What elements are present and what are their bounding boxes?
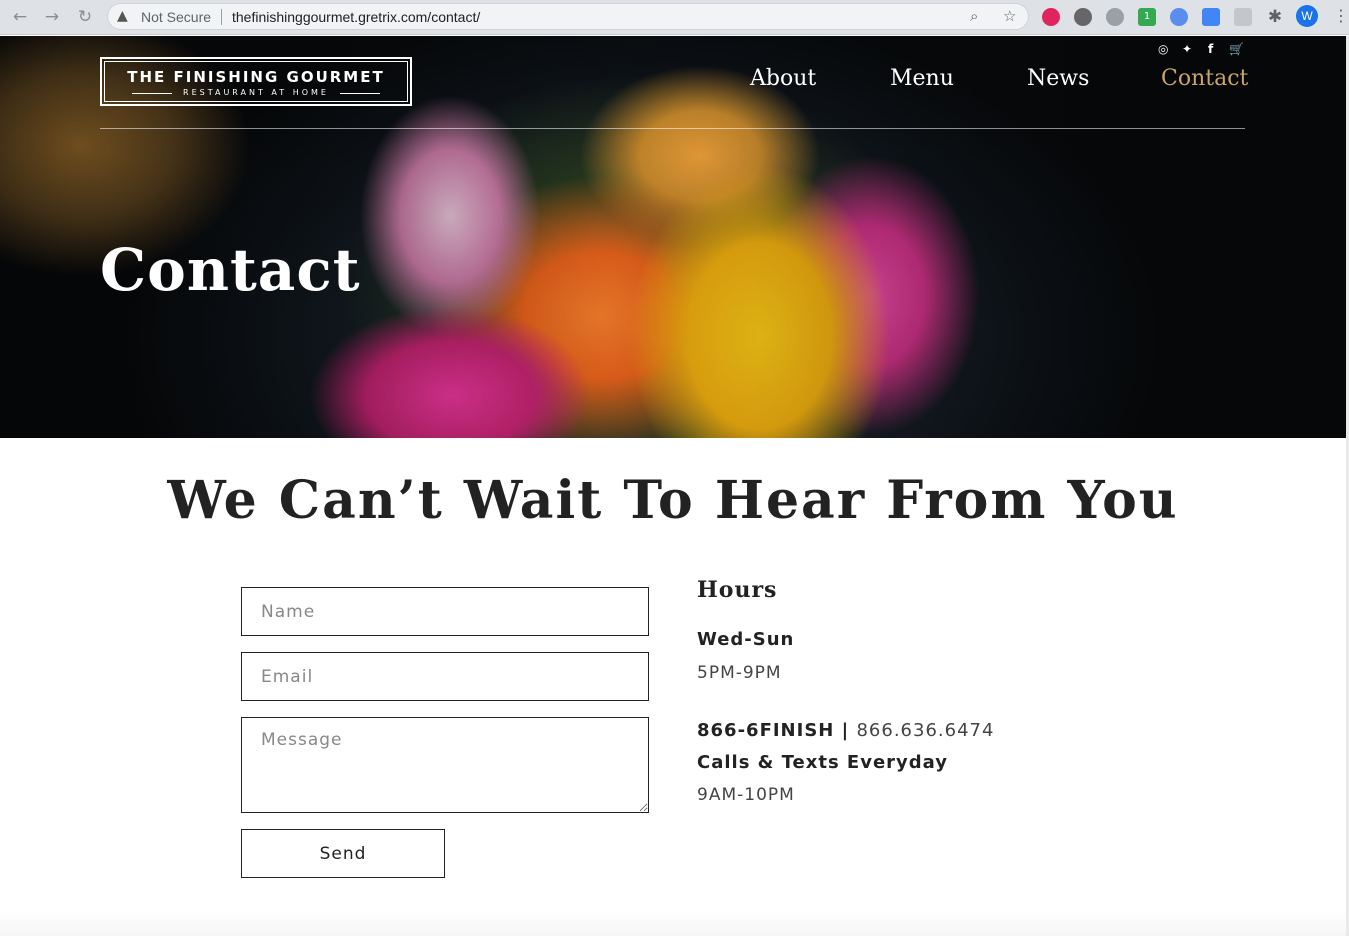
warning-icon[interactable]: ▲ (117, 8, 128, 24)
facebook-icon[interactable]: f (1208, 42, 1213, 56)
hours-heading: Hours (697, 577, 778, 603)
calls-label: Calls & Texts Everyday (697, 752, 948, 773)
logo-title: THE FINISHING GOURMET (127, 68, 385, 86)
extension-circle-icon[interactable] (1106, 8, 1124, 26)
name-field[interactable] (241, 587, 649, 636)
profile-avatar[interactable]: W (1296, 5, 1318, 27)
contact-headline: We Can’t Wait To Hear From You (167, 470, 1179, 531)
site-logo[interactable]: THE FINISHING GOURMET RESTAURANT AT HOME (100, 57, 412, 106)
url-text[interactable]: thefinishinggourmet.gretrix.com/contact/ (232, 9, 480, 25)
nav-news[interactable]: News (1027, 66, 1089, 91)
page-title: Contact (100, 236, 361, 304)
extension-picker-icon[interactable] (1202, 8, 1220, 26)
email-field[interactable] (241, 652, 649, 701)
phone-line: 866-6FINISH | 866.636.6474 (697, 720, 994, 741)
extension-red-icon[interactable] (1042, 8, 1060, 26)
extensions-icon[interactable]: ✱ (1264, 6, 1286, 28)
nav-about[interactable]: About (750, 66, 816, 91)
header-divider (100, 128, 1245, 129)
calls-times: 9AM-10PM (697, 785, 795, 805)
extension-square-icon[interactable] (1234, 8, 1252, 26)
nav-menu[interactable]: Menu (890, 66, 954, 91)
back-icon[interactable]: ← (9, 6, 31, 28)
footer-shadow (0, 910, 1346, 936)
extension-blue-icon[interactable] (1170, 8, 1188, 26)
phone-number[interactable]: 866.636.6474 (856, 720, 994, 741)
forward-icon[interactable]: → (41, 6, 63, 28)
instagram-icon[interactable]: ◎ (1158, 42, 1168, 56)
security-label[interactable]: Not Secure (141, 9, 211, 25)
hours-days: Wed-Sun (697, 629, 795, 650)
hours-times: 5PM-9PM (697, 663, 782, 683)
browser-toolbar: ← → ↻ ▲ Not Secure thefinishinggourmet.g… (0, 0, 1349, 35)
phone-word[interactable]: 866-6FINISH (697, 720, 834, 741)
zoom-icon[interactable]: ⌕ (970, 7, 978, 25)
twitter-icon[interactable]: ✦ (1182, 42, 1192, 56)
cart-icon[interactable]: 🛒 (1229, 42, 1244, 56)
nav-contact[interactable]: Contact (1161, 66, 1248, 91)
phone-separator: | (834, 720, 857, 741)
browser-menu-icon[interactable]: ⋮ (1333, 6, 1349, 25)
send-button[interactable]: Send (241, 829, 445, 878)
address-bar[interactable]: ▲ Not Secure thefinishinggourmet.gretrix… (107, 3, 1029, 30)
address-divider (221, 9, 222, 25)
logo-rule-right (340, 93, 380, 94)
hero-banner: THE FINISHING GOURMET RESTAURANT AT HOME… (0, 36, 1346, 438)
extension-gear-icon[interactable] (1074, 8, 1092, 26)
star-icon[interactable]: ☆ (1003, 7, 1016, 25)
message-field[interactable] (241, 717, 649, 813)
reload-icon[interactable]: ↻ (74, 6, 96, 28)
extension-badge-icon[interactable]: 1 (1138, 8, 1156, 26)
